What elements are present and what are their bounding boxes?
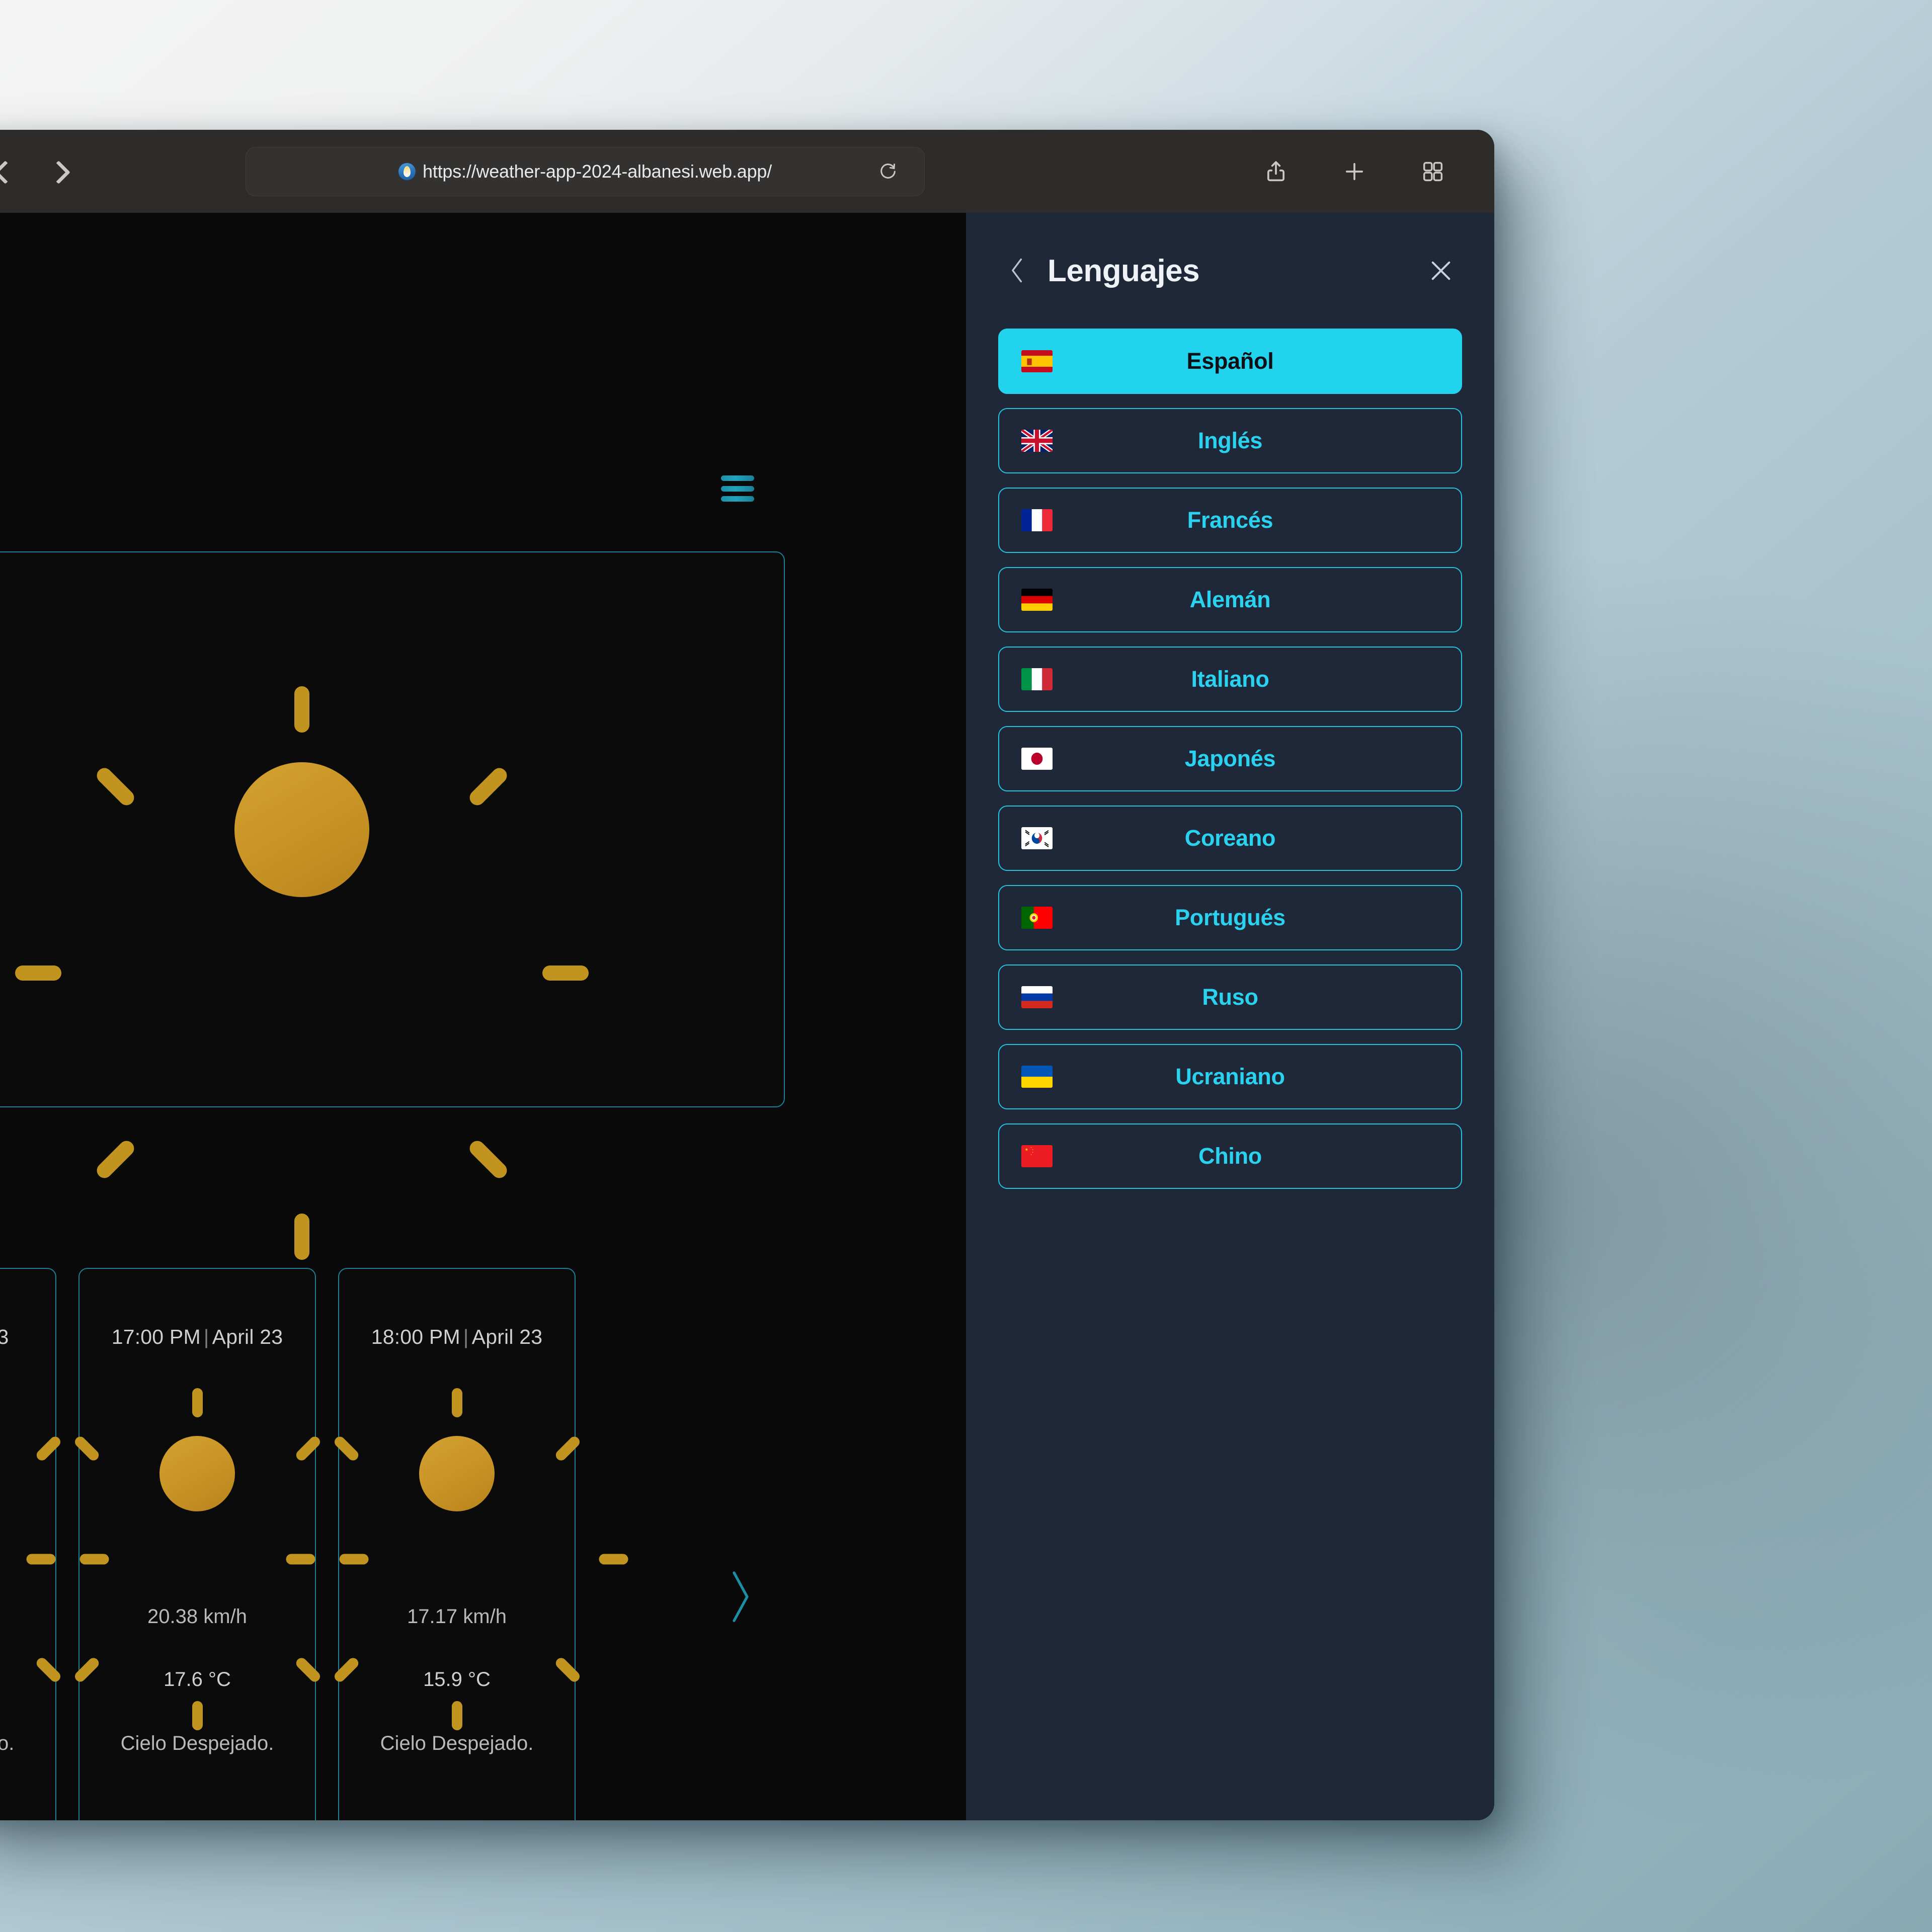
forecast-description: Cielo Despejado. <box>380 1732 534 1754</box>
language-panel: Lenguajes Español Inglés Francés Alemán … <box>966 213 1494 1820</box>
share-icon[interactable] <box>1263 158 1289 185</box>
current-weather-card <box>0 551 785 1260</box>
browser-window: https://weather-app-2024-albanesi.web.ap… <box>0 130 1494 1820</box>
forecast-date-value: April 23 <box>0 1325 9 1348</box>
forecast-date-value: April 23 <box>471 1325 543 1348</box>
language-list: Español Inglés Francés Alemán Italiano J… <box>998 329 1462 1189</box>
language-label: Ruso <box>1202 984 1258 1010</box>
language-option-italiano[interactable]: Italiano <box>998 647 1462 712</box>
language-label: Coreano <box>1184 825 1276 851</box>
back-icon[interactable] <box>0 160 15 183</box>
close-icon[interactable] <box>1427 257 1455 285</box>
flag-italy-icon <box>1021 668 1053 690</box>
page-content: 00 PM|April 23 <box>0 213 1494 1820</box>
hourly-forecast-row: 00 PM|April 23 <box>0 1268 628 1820</box>
language-label: Japonés <box>1184 746 1276 771</box>
language-label: Francés <box>1187 507 1273 533</box>
language-panel-header: Lenguajes <box>998 213 1462 329</box>
forecast-card[interactable]: 00 PM|April 23 <box>0 1268 109 1820</box>
language-option-chino[interactable]: Chino <box>998 1123 1462 1189</box>
language-label: Inglés <box>1197 428 1263 453</box>
flag-japan-icon <box>1021 748 1053 770</box>
language-option-frances[interactable]: Francés <box>998 488 1462 553</box>
language-option-espanol[interactable]: Español <box>998 329 1462 394</box>
forecast-card[interactable]: 17:00 PM | April 23 20.38 km/h 17.6 °C C… <box>26 1268 368 1820</box>
new-tab-icon[interactable] <box>1341 158 1367 185</box>
url-text: https://weather-app-2024-albanesi.web.ap… <box>422 161 772 182</box>
forecast-date-value: April 23 <box>212 1325 283 1348</box>
browser-toolbar: https://weather-app-2024-albanesi.web.ap… <box>0 130 1494 213</box>
tab-overview-icon[interactable] <box>1420 158 1446 185</box>
forecast-temperature: 15.9 °C <box>423 1668 491 1691</box>
forward-icon[interactable] <box>45 160 68 183</box>
flag-uk-icon <box>1021 430 1053 452</box>
forecast-time: 17:00 PM | April 23 <box>112 1325 283 1349</box>
address-bar-content: https://weather-app-2024-albanesi.web.ap… <box>398 161 772 182</box>
reload-icon[interactable] <box>878 162 898 182</box>
forecast-sun-icon <box>26 1388 368 1730</box>
language-label: Chino <box>1198 1143 1262 1169</box>
forecast-description: Cielo Despejado. <box>120 1732 274 1754</box>
flag-korea-icon <box>1021 827 1053 849</box>
language-label: Ucraniano <box>1175 1064 1285 1089</box>
language-label: Alemán <box>1189 587 1271 612</box>
language-option-japones[interactable]: Japonés <box>998 726 1462 791</box>
sun-icon <box>15 686 589 1260</box>
forecast-next-icon[interactable] <box>728 1566 754 1626</box>
forecast-separator: | <box>463 1325 469 1348</box>
language-label: Italiano <box>1191 666 1269 692</box>
forecast-wind: 20.38 km/h <box>147 1605 247 1628</box>
forecast-time: 00 PM|April 23 <box>0 1325 9 1349</box>
forecast-temperature: 17.6 °C <box>164 1668 231 1691</box>
forecast-wind: 17.17 km/h <box>407 1605 507 1628</box>
navigation-buttons <box>0 160 68 183</box>
forecast-time-value: 17:00 PM <box>111 1325 201 1348</box>
language-option-portugues[interactable]: Portugués <box>998 885 1462 950</box>
address-bar[interactable]: https://weather-app-2024-albanesi.web.ap… <box>246 147 925 196</box>
panel-back-icon[interactable] <box>1006 257 1028 285</box>
hamburger-menu-icon[interactable] <box>721 475 754 502</box>
forecast-card[interactable]: 18:00 PM | April 23 17.17 km/h 15.9 °C C… <box>286 1268 628 1820</box>
forecast-sun-icon <box>0 1388 109 1684</box>
weather-app-main: 00 PM|April 23 <box>0 213 966 1820</box>
forecast-separator: | <box>203 1325 209 1348</box>
toolbar-actions <box>1263 130 1446 213</box>
flag-russia-icon <box>1021 986 1053 1008</box>
language-option-ucraniano[interactable]: Ucraniano <box>998 1044 1462 1109</box>
site-favicon <box>398 163 416 180</box>
forecast-description: Cielo Despejado. <box>0 1732 15 1754</box>
language-label: Portugués <box>1175 905 1285 930</box>
language-option-aleman[interactable]: Alemán <box>998 567 1462 632</box>
flag-portugal-icon <box>1021 907 1053 929</box>
language-label: Español <box>1186 348 1274 374</box>
language-option-ingles[interactable]: Inglés <box>998 408 1462 473</box>
forecast-sun-icon <box>286 1388 628 1730</box>
forecast-time-value: 18:00 PM <box>371 1325 460 1348</box>
language-option-ruso[interactable]: Ruso <box>998 964 1462 1030</box>
panel-title: Lenguajes <box>1048 253 1200 288</box>
flag-china-icon <box>1021 1145 1053 1167</box>
flag-ukraine-icon <box>1021 1066 1053 1088</box>
language-option-coreano[interactable]: Coreano <box>998 806 1462 871</box>
forecast-time: 18:00 PM | April 23 <box>371 1325 543 1349</box>
flag-france-icon <box>1021 509 1053 531</box>
flag-spain-icon <box>1021 350 1053 372</box>
flag-germany-icon <box>1021 589 1053 611</box>
